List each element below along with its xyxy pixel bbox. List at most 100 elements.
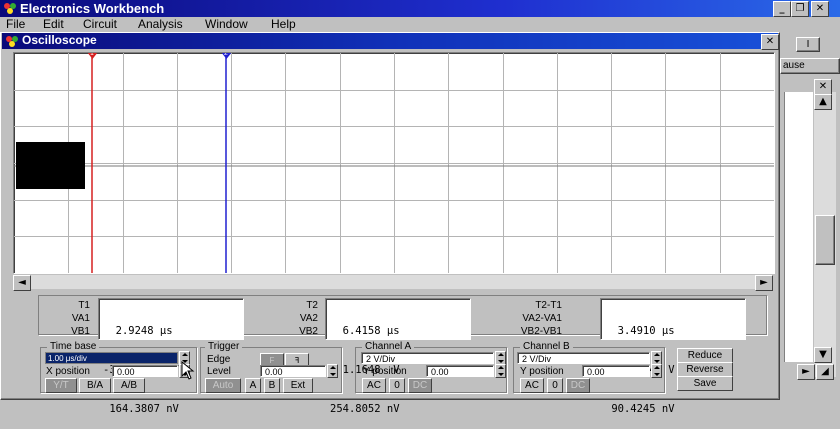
va2-label: VA2: [299, 313, 318, 324]
mode-yt-button[interactable]: Y/T: [45, 378, 77, 393]
channel-b-ac-button[interactable]: AC: [520, 378, 544, 393]
channel-a-scale-select[interactable]: 2 V/Div: [361, 352, 494, 364]
channel-a-group-label: Channel A: [362, 341, 415, 352]
power-toggle[interactable]: I: [796, 37, 820, 52]
menu-help[interactable]: Help: [271, 17, 296, 32]
menu-bar: File Edit Circuit Analysis Window Help: [0, 17, 840, 32]
app-close-button[interactable]: ✕: [811, 1, 829, 17]
timebase-value: 1.00 μs/div: [48, 354, 87, 363]
channel-a-dc-button[interactable]: DC: [408, 378, 432, 393]
workbench-hscroll-right-icon[interactable]: ►: [797, 364, 815, 380]
signal-trace: [16, 142, 85, 189]
pause-label: ause: [783, 60, 805, 71]
mode-ba-button[interactable]: B/A: [79, 378, 111, 393]
trigger-group-label: Trigger: [205, 341, 243, 352]
menu-analysis[interactable]: Analysis: [138, 17, 183, 32]
xposition-label: X position: [46, 366, 90, 377]
scope-screen: 1 2: [13, 52, 775, 274]
t2-label: T2: [306, 300, 318, 311]
channel-a-ac-button[interactable]: AC: [362, 378, 386, 393]
cursor-2-handle[interactable]: 2: [221, 53, 232, 60]
save-button[interactable]: Save: [677, 376, 733, 391]
channel-a-scale-spinner-icon[interactable]: [495, 351, 506, 365]
level-label: Level: [207, 366, 231, 377]
scope-grid: [14, 53, 774, 273]
scope-scroll-left-icon[interactable]: ◄: [13, 275, 31, 291]
menu-circuit[interactable]: Circuit: [83, 17, 117, 32]
workbench-scroll-down-icon[interactable]: ▼: [814, 347, 832, 363]
readout-box-1: 2.9248 μs -394.5530 mV 164.3807 nV: [98, 298, 244, 415]
channel-b-zero-button[interactable]: 0: [547, 378, 563, 393]
channel-a-ypos-spinner-icon[interactable]: [495, 364, 506, 378]
mouse-pointer-icon: [181, 361, 195, 380]
t1-value: 2.9248 μs: [103, 325, 173, 337]
reduce-button[interactable]: Reduce: [677, 348, 733, 363]
vb1-value: 164.3807 nV: [103, 403, 179, 415]
cursor-1-handle[interactable]: 1: [87, 53, 98, 60]
dt-label: T2-T1: [535, 300, 562, 311]
t2-value: 6.4158 μs: [330, 325, 400, 337]
app-title: Electronics Workbench: [20, 1, 165, 16]
app-restore-button[interactable]: ❐: [791, 1, 809, 17]
level-input[interactable]: 0.00: [260, 365, 326, 377]
channel-b-dc-button[interactable]: DC: [566, 378, 590, 393]
timebase-select[interactable]: 1.00 μs/div: [45, 352, 178, 364]
workbench-close-button[interactable]: ✕: [814, 79, 832, 95]
workbench-scroll-up-icon[interactable]: ▲: [814, 94, 832, 110]
menu-file[interactable]: File: [6, 17, 25, 32]
dvb-value: 90.4245 nV: [605, 403, 675, 415]
dva-label: VA2-VA1: [522, 313, 562, 324]
vb2-label: VB2: [299, 326, 318, 337]
readout-box-3: 3.4910 μs 1.5594 V 90.4245 nV: [600, 298, 746, 415]
level-spinner-icon[interactable]: [327, 364, 338, 378]
xposition-value: 0.00: [117, 367, 135, 377]
channel-b-scale-select[interactable]: 2 V/Div: [517, 352, 650, 364]
trigger-a-button[interactable]: A: [245, 378, 261, 393]
readout-labels-1: T1 VA1 VB1: [50, 299, 90, 338]
xposition-input[interactable]: 0.00: [112, 365, 178, 377]
pause-button[interactable]: ause: [780, 58, 840, 74]
reverse-button[interactable]: Reverse: [677, 362, 733, 377]
trigger-b-button[interactable]: B: [264, 378, 280, 393]
level-value: 0.00: [265, 367, 283, 377]
readout-labels-2: T2 VA2 VB2: [280, 299, 318, 338]
vb2-value: 254.8052 nV: [330, 403, 400, 415]
channel-a-ypos-input[interactable]: 0.00: [426, 365, 494, 377]
channel-b-ypos-spinner-icon[interactable]: [651, 364, 662, 378]
scope-hscrollbar[interactable]: [13, 275, 773, 289]
channel-a-zero-button[interactable]: 0: [389, 378, 405, 393]
mode-ab-button[interactable]: A/B: [113, 378, 145, 393]
oscilloscope-title: Oscilloscope: [22, 33, 97, 47]
app-title-bar: Electronics Workbench: [0, 0, 840, 17]
readout-box-2: 6.4158 μs 1.1648 V 254.8052 nV: [325, 298, 471, 415]
channel-b-scale-value: 2 V/Div: [522, 354, 552, 364]
channel-a-ypos-value: 0.00: [431, 367, 449, 377]
channel-b-group-label: Channel B: [520, 341, 573, 352]
dvb-label: VB2-VB1: [520, 326, 562, 337]
oscilloscope-close-button[interactable]: ✕: [761, 34, 779, 50]
scope-scroll-right-icon[interactable]: ►: [755, 275, 773, 291]
oscilloscope-title-bar: Oscilloscope: [2, 33, 778, 49]
channel-b-ypos-label: Y position: [520, 366, 564, 377]
trigger-auto-button[interactable]: Auto: [205, 378, 241, 393]
channel-b-ypos-input[interactable]: 0.00: [582, 365, 650, 377]
vb1-label: VB1: [71, 326, 90, 337]
trigger-ext-button[interactable]: Ext: [283, 378, 313, 393]
app-icon: [3, 2, 17, 14]
workbench-scroll-thumb[interactable]: [815, 215, 835, 265]
readout-labels-3: T2-T1 VA2-VA1 VB2-VB1: [500, 299, 562, 338]
timebase-group-label: Time base: [47, 341, 100, 352]
channel-b-scale-spinner-icon[interactable]: [651, 351, 662, 365]
channel-a-ypos-label: Y position: [363, 366, 407, 377]
t1-label: T1: [78, 300, 90, 311]
menu-edit[interactable]: Edit: [43, 17, 64, 32]
va1-label: VA1: [71, 313, 90, 324]
oscilloscope-icon: [5, 35, 19, 47]
channel-b-ypos-value: 0.00: [587, 367, 605, 377]
workbench-resize-icon: ◢: [816, 364, 834, 380]
power-toggle-label: I: [806, 39, 810, 50]
workbench-canvas: [784, 92, 813, 362]
app-minimize-button[interactable]: _: [773, 1, 791, 17]
channel-a-scale-value: 2 V/Div: [366, 354, 396, 364]
menu-window[interactable]: Window: [205, 17, 248, 32]
